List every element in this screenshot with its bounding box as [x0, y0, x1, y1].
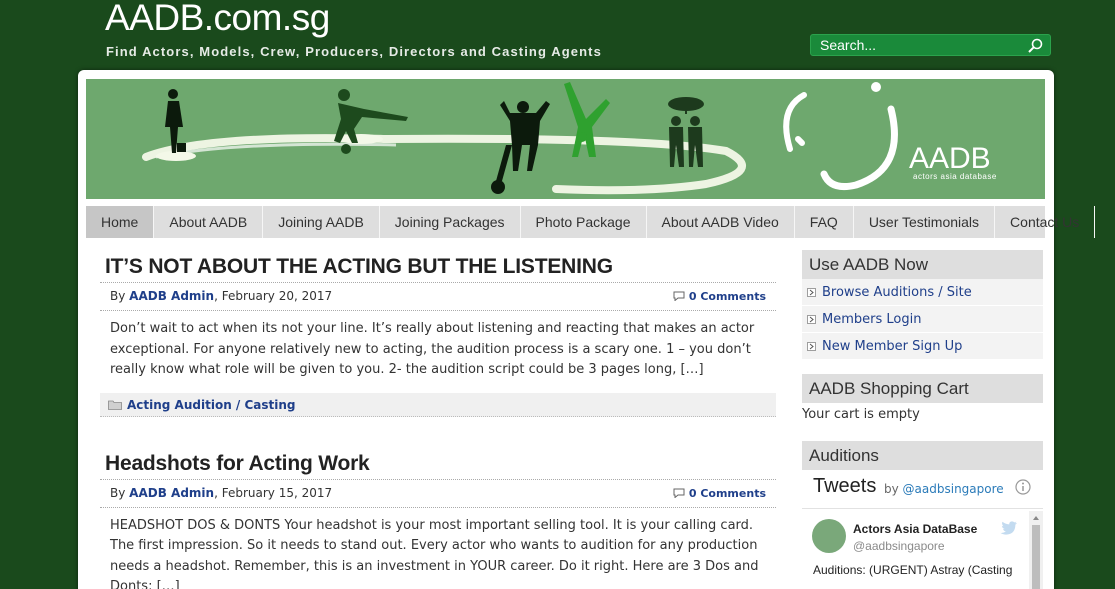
tweet-card[interactable]: Actors Asia DataBase @aadbsingapore Audi…	[802, 508, 1043, 589]
cart-status-text: Your cart is empty	[802, 407, 920, 422]
post-comments-link[interactable]: 0 Comments	[673, 480, 766, 507]
post-date: , February 15, 2017	[214, 485, 333, 500]
post-categories: Acting Audition / Casting	[100, 392, 776, 417]
nav-item-about-aadb[interactable]: About AADB	[154, 206, 264, 238]
header-banner[interactable]: AADB actors asia database	[86, 79, 1045, 199]
sidebar: Use AADB Now Browse Auditions / Site Mem…	[802, 250, 1043, 589]
search-icon[interactable]	[1026, 37, 1044, 55]
avatar[interactable]	[812, 519, 846, 553]
arrow-bullet-icon	[807, 315, 816, 324]
banner-logo-subtext: actors asia database	[913, 172, 997, 181]
post-by-label: By	[110, 289, 126, 303]
main-content: IT’S NOT ABOUT THE ACTING BUT THE LISTEN…	[100, 254, 776, 589]
post-excerpt: HEADSHOT DOS & DONTS Your headshot is yo…	[110, 517, 759, 589]
widget-title-shopping-cart: AADB Shopping Cart	[802, 374, 1043, 403]
post-comments-count: 0 Comments	[688, 290, 766, 303]
scrollbar-thumb[interactable]	[1032, 525, 1040, 589]
site-tagline: Find Actors, Models, Crew, Producers, Di…	[106, 44, 602, 59]
nav-item-joining-aadb[interactable]: Joining AADB	[263, 206, 380, 238]
sidebar-link-label: Members Login	[822, 312, 922, 327]
sidebar-link-browse-auditions[interactable]: Browse Auditions / Site	[802, 279, 1043, 306]
post-category-link[interactable]: Acting Audition / Casting	[127, 398, 296, 412]
nav-item-home[interactable]: Home	[86, 206, 155, 238]
sidebar-link-new-member-sign-up[interactable]: New Member Sign Up	[802, 333, 1043, 360]
post-comments-link[interactable]: 0 Comments	[673, 283, 766, 310]
widget-title-auditions: Auditions	[802, 441, 1043, 470]
tweets-handle-link[interactable]: @aadbsingapore	[903, 482, 1004, 496]
post-author-link[interactable]: AADB Admin	[129, 289, 214, 303]
folder-icon	[108, 400, 122, 410]
twitter-timeline: Tweets by @aadbsingapore Actors Asia Dat…	[802, 470, 1043, 589]
search-box	[810, 34, 1051, 56]
arrow-bullet-icon	[807, 342, 816, 351]
nav-item-contact-us[interactable]: Contact Us	[995, 206, 1096, 238]
post-excerpt: Don’t wait to act when its not your line…	[110, 321, 755, 377]
site-header: AADB.com.sg Find Actors, Models, Crew, P…	[0, 0, 1115, 70]
post-meta: By AADB Admin, February 15, 2017 0 Comme…	[100, 478, 776, 508]
post: IT’S NOT ABOUT THE ACTING BUT THE LISTEN…	[100, 254, 776, 417]
post-title[interactable]: Headshots for Acting Work	[100, 451, 776, 477]
tweets-by-line: by @aadbsingapore	[884, 482, 1004, 496]
post: Headshots for Acting Work By AADB Admin,…	[100, 451, 776, 589]
widget-title-use-aadb-now: Use AADB Now	[802, 250, 1043, 279]
post-comments-count: 0 Comments	[688, 486, 766, 500]
nav-item-photo-package[interactable]: Photo Package	[521, 206, 647, 238]
page-container: AADB actors asia database Home About AAD…	[78, 70, 1096, 589]
sidebar-link-label: New Member Sign Up	[822, 339, 963, 354]
info-icon[interactable]	[1015, 479, 1031, 495]
sidebar-link-label: Browse Auditions / Site	[822, 285, 972, 300]
comment-icon	[673, 488, 685, 498]
site-title[interactable]: AADB.com.sg	[105, 0, 330, 39]
tweet-account-handle[interactable]: @aadbsingapore	[853, 539, 945, 553]
nav-item-about-aadb-video[interactable]: About AADB Video	[647, 206, 795, 238]
twitter-bird-icon[interactable]	[1000, 521, 1017, 535]
arrow-bullet-icon	[807, 288, 816, 297]
main-nav: Home About AADB Joining AADB Joining Pac…	[86, 206, 1096, 238]
nav-item-faq[interactable]: FAQ	[795, 206, 854, 238]
post-author-link[interactable]: AADB Admin	[129, 486, 214, 500]
tweet-text: Auditions: (URGENT) Astray (Casting	[813, 563, 1013, 577]
banner-artwork: AADB actors asia database	[86, 79, 1045, 199]
banner-logo-text: AADB	[909, 142, 991, 175]
use-aadb-now-list: Browse Auditions / Site Members Login Ne…	[802, 279, 1043, 360]
tweets-heading: Tweets	[813, 475, 877, 497]
post-date: , February 20, 2017	[214, 289, 333, 303]
nav-item-user-testimonials[interactable]: User Testimonials	[854, 206, 996, 238]
scroll-up-icon[interactable]	[1032, 514, 1040, 522]
tweets-by-label: by	[884, 482, 899, 496]
sidebar-link-members-login[interactable]: Members Login	[802, 306, 1043, 333]
tweet-account-name[interactable]: Actors Asia DataBase	[853, 522, 977, 536]
post-by-label: By	[110, 485, 126, 500]
comment-icon	[673, 291, 685, 301]
tweet-scrollbar[interactable]	[1029, 511, 1043, 589]
post-meta: By AADB Admin, February 20, 2017 0 Comme…	[100, 282, 776, 311]
search-input[interactable]	[811, 35, 1021, 55]
post-title[interactable]: IT’S NOT ABOUT THE ACTING BUT THE LISTEN…	[100, 254, 776, 280]
nav-item-joining-packages[interactable]: Joining Packages	[380, 206, 521, 238]
